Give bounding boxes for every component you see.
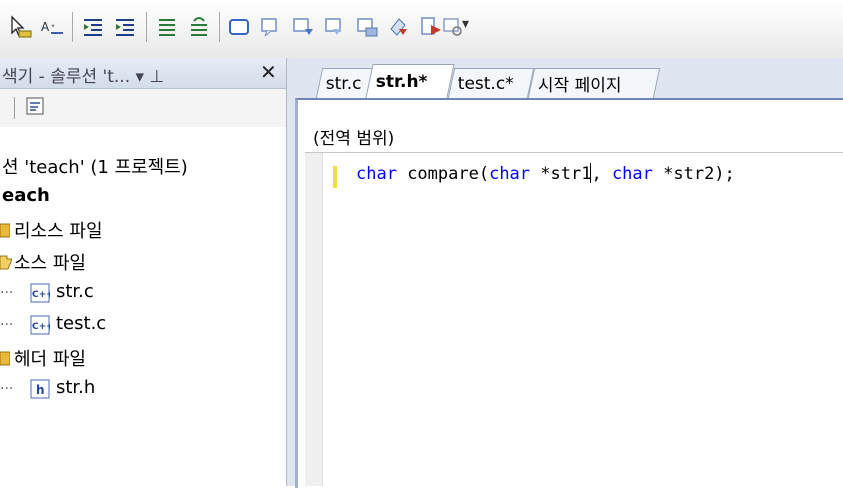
comment-lines-icon[interactable]	[154, 14, 180, 40]
divider	[305, 152, 843, 153]
solution-explorer-toolbar	[0, 89, 286, 127]
tree-item-label: 리소스 파일	[14, 221, 103, 242]
code-text: *str2);	[652, 164, 735, 184]
toolbar-separator	[219, 12, 220, 42]
tab-start-page[interactable]: 시작 페이지	[527, 68, 661, 98]
toggle-bookmark-icon[interactable]	[258, 14, 284, 40]
header-file-icon: h	[30, 379, 50, 399]
tab-label: str.h*	[375, 71, 428, 92]
tab-test-c[interactable]: test.c*	[447, 68, 535, 98]
code-keyword: char	[489, 164, 531, 184]
next-bookmark-icon[interactable]	[290, 14, 316, 40]
solution-explorer-title: 색기 - 솔루션 't... ▾ ⊥	[2, 67, 165, 87]
code-line[interactable]: char compare(char *str1, char *str2);	[356, 163, 735, 184]
tree-connector: ...	[0, 377, 14, 393]
indent-icon[interactable]	[112, 14, 138, 40]
svg-text:C++: C++	[32, 322, 50, 332]
tree-item-label: 션 'teach' (1 프로젝트)	[2, 157, 188, 178]
font-size-icon[interactable]: Aᐩ	[40, 14, 66, 40]
window-icon[interactable]	[226, 14, 252, 40]
outdent-icon[interactable]	[80, 14, 106, 40]
tree-item-label: test.c	[56, 313, 107, 334]
bookmark-folder-icon[interactable]	[354, 14, 380, 40]
editor-tab-strip: str.c str.h* test.c* 시작 페이지	[295, 58, 843, 98]
editor-gutter[interactable]	[305, 153, 323, 486]
toolbar-separator	[146, 12, 147, 42]
tab-str-h[interactable]: str.h*	[365, 64, 455, 98]
close-icon[interactable]: ✕	[260, 60, 277, 84]
tab-label: 시작 페이지	[537, 76, 622, 96]
tree-item-label: str.c	[56, 281, 94, 302]
toolbar-separator	[72, 12, 73, 42]
prev-bookmark-icon[interactable]	[322, 14, 348, 40]
svg-text:C++: C++	[32, 290, 50, 300]
tab-label: test.c*	[457, 73, 514, 94]
toolbar-overflow-icon[interactable]: ▾	[462, 16, 472, 42]
tree-connector: ...	[0, 313, 14, 329]
uncomment-lines-icon[interactable]	[186, 14, 212, 40]
folder-open-icon	[0, 254, 12, 270]
main-toolbar: Aᐩ ▾	[0, 0, 843, 59]
changed-line-marker	[333, 166, 337, 188]
code-keyword: char	[356, 164, 397, 184]
toolbar-separator	[14, 97, 15, 119]
code-text: *str1	[530, 164, 592, 184]
svg-text:A: A	[41, 20, 50, 34]
pointer-select-icon[interactable]	[8, 14, 34, 40]
tab-label: str.c	[325, 73, 362, 94]
code-text: ,	[591, 164, 612, 184]
cpp-file-icon: C++	[30, 315, 50, 335]
svg-text:h: h	[36, 383, 45, 397]
cpp-file-icon: C++	[30, 283, 50, 303]
tree-item-label: str.h	[56, 377, 96, 398]
editor-frame	[295, 98, 843, 488]
tree-item-label: 헤더 파일	[14, 349, 86, 370]
scope-dropdown[interactable]: (전역 범위)	[300, 122, 843, 152]
code-text: compare(	[396, 164, 490, 184]
properties-icon[interactable]	[25, 96, 45, 116]
folder-closed-icon	[0, 222, 10, 238]
tree-item-label: 소스 파일	[14, 253, 86, 274]
solution-explorer-title-bar: 색기 - 솔루션 't... ▾ ⊥ ✕	[0, 58, 286, 89]
tree-item-label: each	[2, 185, 50, 206]
clear-bookmarks-icon[interactable]	[386, 14, 412, 40]
code-keyword: char	[611, 164, 653, 184]
folder-closed-icon	[0, 350, 10, 366]
scope-label: (전역 범위)	[313, 129, 395, 149]
tree-connector: ...	[0, 281, 14, 297]
